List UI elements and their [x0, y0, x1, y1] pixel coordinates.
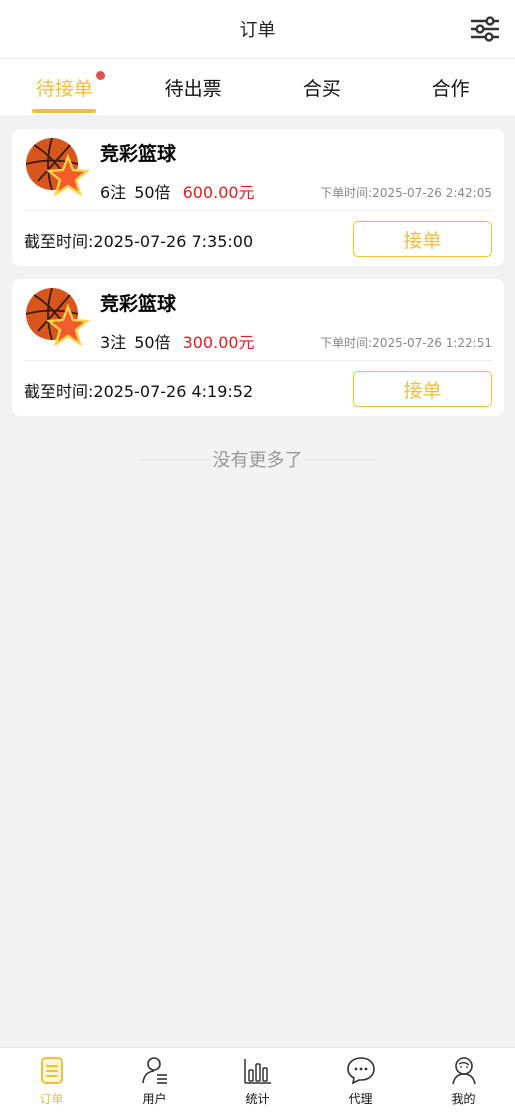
nav-agent[interactable]: 代理 — [309, 1048, 412, 1114]
nav-label: 订单 — [39, 1092, 64, 1106]
nav-label: 我的 — [451, 1092, 476, 1106]
order-card[interactable]: 竞彩篮球 6注 50倍 600.00元 下单时间:2025-07-26 2:42… — [12, 129, 504, 266]
divider — [24, 360, 492, 361]
nav-profile[interactable]: 我的 — [412, 1048, 515, 1114]
divider-line — [138, 458, 211, 460]
nav-label: 统计 — [245, 1092, 270, 1106]
order-meta: 3注 50倍 300.00元 — [100, 329, 255, 353]
multiplier: 50倍 — [134, 183, 171, 202]
deadline-time: 截至时间:2025-07-26 4:19:52 — [24, 382, 254, 401]
notification-dot — [96, 71, 105, 80]
multiplier: 50倍 — [134, 333, 171, 352]
order-doc-icon — [40, 1057, 63, 1084]
bet-count: 3注 — [100, 333, 127, 352]
accept-order-button[interactable]: 接单 — [353, 371, 492, 407]
lottery-title: 竞彩篮球 — [100, 293, 177, 315]
bet-count: 6注 — [100, 183, 127, 202]
accept-order-button[interactable]: 接单 — [353, 221, 492, 257]
tab-cooperation[interactable]: 合作 — [386, 59, 515, 115]
tab-label: 合作 — [431, 77, 470, 100]
tab-label: 待出票 — [164, 77, 222, 100]
order-amount: 300.00元 — [182, 333, 255, 352]
nav-orders[interactable]: 订单 — [0, 1048, 103, 1114]
profile-icon — [451, 1057, 476, 1085]
basketball-star-logo — [25, 137, 90, 197]
nav-stats[interactable]: 统计 — [206, 1048, 309, 1114]
order-list: 竞彩篮球 6注 50倍 600.00元 下单时间:2025-07-26 2:42… — [12, 129, 504, 429]
order-time: 下单时间:2025-07-26 1:22:51 — [320, 336, 492, 350]
divider — [24, 210, 492, 211]
bar-stats-icon — [243, 1059, 271, 1084]
no-more-text: 没有更多了 — [212, 450, 303, 471]
tab-group-buy[interactable]: 合买 — [258, 59, 387, 115]
page-title: 订单 — [239, 20, 276, 41]
tab-pending[interactable]: 待接单 — [0, 59, 129, 115]
active-tab-indicator — [32, 109, 97, 113]
bottom-nav: 订单 用户 统计 代理 我的 — [0, 1047, 515, 1114]
nav-users[interactable]: 用户 — [103, 1048, 206, 1114]
deadline-time: 截至时间:2025-07-26 7:35:00 — [24, 232, 254, 251]
order-time: 下单时间:2025-07-26 2:42:05 — [320, 186, 492, 200]
tab-awaiting-ticket[interactable]: 待出票 — [129, 59, 258, 115]
divider-line — [304, 458, 377, 460]
order-tabs: 待接单 待出票 合买 合作 — [0, 59, 515, 115]
order-amount: 600.00元 — [182, 183, 255, 202]
user-list-icon — [141, 1057, 167, 1084]
nav-label: 用户 — [142, 1092, 167, 1106]
basketball-star-logo — [25, 287, 90, 347]
tab-label: 待接单 — [35, 77, 93, 100]
app-root: 订单 待接单 待出票 合买 合作 竞彩篮球 6注 50倍 600.00元 下单时… — [0, 0, 515, 1114]
top-bar: 订单 — [0, 0, 515, 59]
lottery-title: 竞彩篮球 — [100, 143, 177, 165]
order-meta: 6注 50倍 600.00元 — [100, 179, 255, 203]
order-card[interactable]: 竞彩篮球 3注 50倍 300.00元 下单时间:2025-07-26 1:22… — [12, 279, 504, 416]
end-of-list: 没有更多了 — [0, 446, 515, 472]
tab-label: 合买 — [302, 77, 341, 100]
chat-bubble-icon — [346, 1057, 375, 1085]
sliders-icon[interactable] — [471, 15, 499, 43]
nav-label: 代理 — [348, 1092, 373, 1106]
